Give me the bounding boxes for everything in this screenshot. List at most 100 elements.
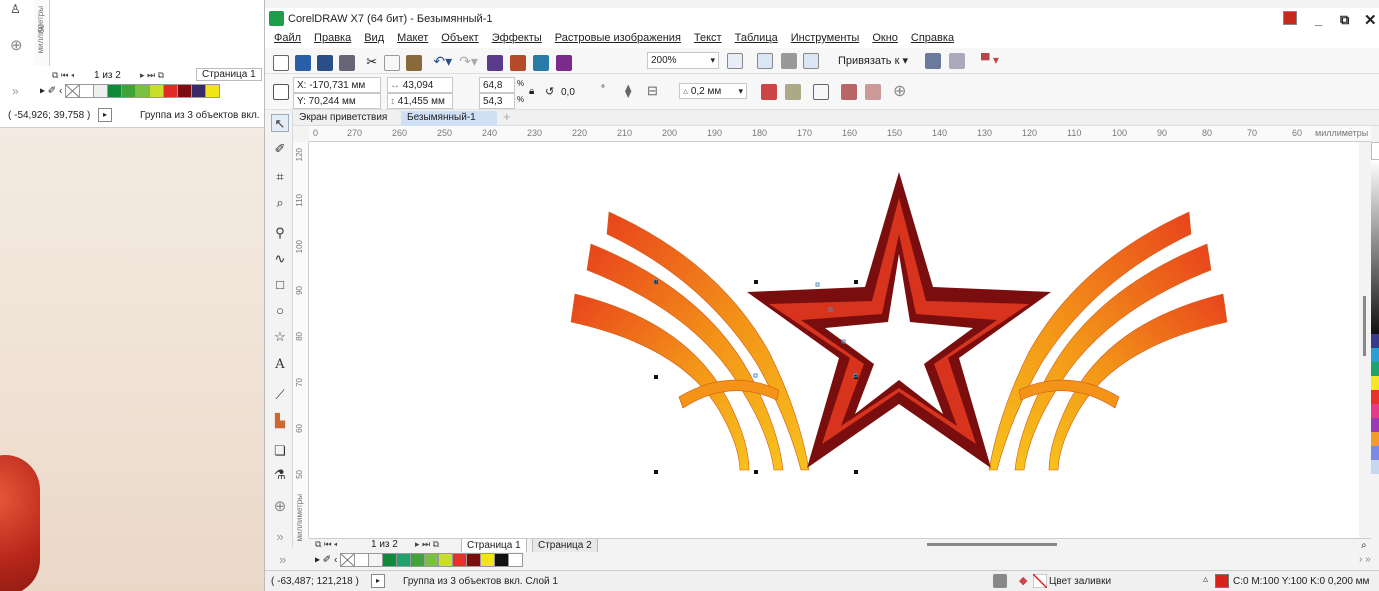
zoom-tool-icon[interactable]: ⌕ <box>271 194 289 212</box>
scroll-thumb[interactable] <box>1363 296 1366 356</box>
menu-object[interactable]: Объект <box>441 32 478 44</box>
text-tool-icon[interactable]: A <box>271 356 289 374</box>
menu-table[interactable]: Таблица <box>735 32 778 44</box>
status-play-icon[interactable]: ▸ <box>371 574 385 588</box>
height-field[interactable]: ↕ 41,455 мм <box>387 93 453 109</box>
to-back-icon[interactable] <box>785 84 801 100</box>
menu-tools[interactable]: Инструменты <box>791 32 860 44</box>
swatch-maroon[interactable] <box>466 553 482 567</box>
y-position-field[interactable]: Y: 70,244 мм <box>293 93 381 109</box>
drop-shadow-icon[interactable]: ❏ <box>271 442 289 460</box>
cut-icon[interactable]: ✂ <box>366 54 377 69</box>
menu-edit[interactable]: Правка <box>314 32 351 44</box>
menu-file[interactable]: Файл <box>274 32 301 44</box>
page-tab-1[interactable]: Страница 1 <box>461 539 527 553</box>
tab-welcome[interactable]: Экран приветствия <box>293 111 399 126</box>
swatch-none[interactable] <box>340 553 356 567</box>
swatch-green[interactable] <box>382 553 398 567</box>
publish-pdf-icon[interactable] <box>556 55 573 72</box>
star-ribbon-artwork[interactable] <box>309 142 1371 538</box>
align-distribute-icon[interactable] <box>813 84 829 100</box>
back-swatch-green[interactable] <box>107 84 123 98</box>
back-swatch-none[interactable] <box>65 84 81 98</box>
back-swatch-light[interactable] <box>93 84 109 98</box>
close-icon[interactable]: ✕ <box>1364 11 1377 29</box>
swatch-green2[interactable] <box>396 553 412 567</box>
group-icon[interactable] <box>841 84 857 100</box>
new-tab-icon[interactable]: + <box>497 108 517 124</box>
scale-x-field[interactable]: 64,8 <box>479 77 515 93</box>
zoom-full-page-icon[interactable] <box>727 53 743 69</box>
guidelines-icon[interactable] <box>803 53 819 69</box>
rectangle-tool-icon[interactable]: □ <box>271 276 289 294</box>
page-tab-2[interactable]: Страница 2 <box>532 539 598 553</box>
back-swatch-green2[interactable] <box>121 84 137 98</box>
palette-nav-icon[interactable]: › » <box>1359 554 1371 565</box>
swatch-white[interactable] <box>354 553 370 567</box>
ellipse-tool-icon[interactable]: ○ <box>271 302 289 320</box>
mirror-horizontal-icon[interactable]: ⧫ <box>625 83 631 99</box>
back-swatch-yellowgreen[interactable] <box>149 84 165 98</box>
print-icon[interactable] <box>339 55 356 72</box>
horizontal-scroll-thumb[interactable] <box>927 543 1057 546</box>
rulers-toggle-icon[interactable] <box>757 53 773 69</box>
color-palette[interactable] <box>1371 142 1379 552</box>
crop-tool-icon[interactable]: ⌗ <box>271 168 289 186</box>
swatch-white2[interactable] <box>508 553 524 567</box>
palette-swatch-2[interactable] <box>1371 348 1379 362</box>
shape-tool-icon[interactable]: ✐ <box>271 140 289 158</box>
menu-help[interactable]: Справка <box>911 32 954 44</box>
rotation-angle-field[interactable]: 0,0 <box>557 84 595 100</box>
zoom-magnifier-icon[interactable]: ⌕ <box>1361 540 1367 551</box>
menu-layout[interactable]: Макет <box>397 32 428 44</box>
drawing-canvas[interactable] <box>309 142 1371 538</box>
grid-toggle-icon[interactable] <box>781 53 797 69</box>
vertical-scrollbar[interactable] <box>1359 142 1371 538</box>
back-add-icon[interactable]: ⊕ <box>10 36 23 54</box>
menu-bitmaps[interactable]: Растровые изображения <box>555 32 681 44</box>
palette-swatch-8[interactable] <box>1371 432 1379 446</box>
palette-swatch-6[interactable] <box>1371 404 1379 418</box>
palette-swatch-1[interactable] <box>1371 334 1379 348</box>
eyedropper-icon[interactable]: ⚗ <box>271 466 289 484</box>
swatch-black[interactable] <box>494 553 510 567</box>
scale-y-field[interactable]: 54,3 <box>479 93 515 109</box>
palette-grays[interactable] <box>1371 160 1379 334</box>
palette-none[interactable] <box>1371 142 1379 160</box>
swatch-light[interactable] <box>368 553 384 567</box>
back-status-play-icon[interactable]: ▸ <box>98 108 112 122</box>
back-page-tab[interactable]: Страница 1 <box>196 68 262 81</box>
swatch-yellow[interactable] <box>480 553 496 567</box>
options-icon[interactable] <box>925 53 941 69</box>
redo-icon[interactable]: ↷▾ <box>459 53 478 69</box>
palette-arrow-icon[interactable]: ▸ ✐ ‹ <box>315 555 337 566</box>
lock-ratio-icon[interactable]: 🔒︎ <box>529 86 534 97</box>
application-launcher-icon[interactable]: ▀ ▾ <box>981 53 999 67</box>
back-page-nav-first[interactable]: ⧉ ⏮ ◂ <box>52 70 74 81</box>
user-icon[interactable] <box>1283 11 1297 25</box>
back-swatch-red[interactable] <box>163 84 179 98</box>
menu-text[interactable]: Текст <box>694 32 722 44</box>
polygon-tool-icon[interactable]: ☆ <box>271 328 289 346</box>
snap-to-button[interactable]: Привязать к ▾ <box>838 54 908 67</box>
interactive-fill-icon[interactable]: ▙ <box>271 412 289 430</box>
paste-icon[interactable] <box>406 55 423 72</box>
page-nav-last-icon[interactable]: ▸ ⏭ ⧉ <box>415 539 439 550</box>
palette-swatch-10[interactable] <box>1371 460 1379 474</box>
menu-view[interactable]: Вид <box>364 32 384 44</box>
ungroup-icon[interactable] <box>865 84 881 100</box>
parallel-dimension-icon[interactable]: ⟋ <box>271 386 289 404</box>
back-swatch-indigo[interactable] <box>191 84 207 98</box>
back-swatch-lime[interactable] <box>135 84 151 98</box>
new-document-icon[interactable] <box>273 55 289 72</box>
expand-icon[interactable]: » <box>271 528 289 546</box>
search-content-icon[interactable] <box>487 55 503 72</box>
add-tool-icon[interactable]: ⊕ <box>271 498 289 516</box>
restore-icon[interactable]: ⧉ <box>1340 12 1349 28</box>
add-preset-icon[interactable]: ⊕ <box>893 81 906 101</box>
copy-icon[interactable] <box>384 55 401 72</box>
palette-swatch-9[interactable] <box>1371 446 1379 460</box>
object-origin-icon[interactable] <box>273 84 289 100</box>
menu-window[interactable]: Окно <box>872 32 898 44</box>
freehand-tool-icon[interactable]: ⚲ <box>271 224 289 242</box>
